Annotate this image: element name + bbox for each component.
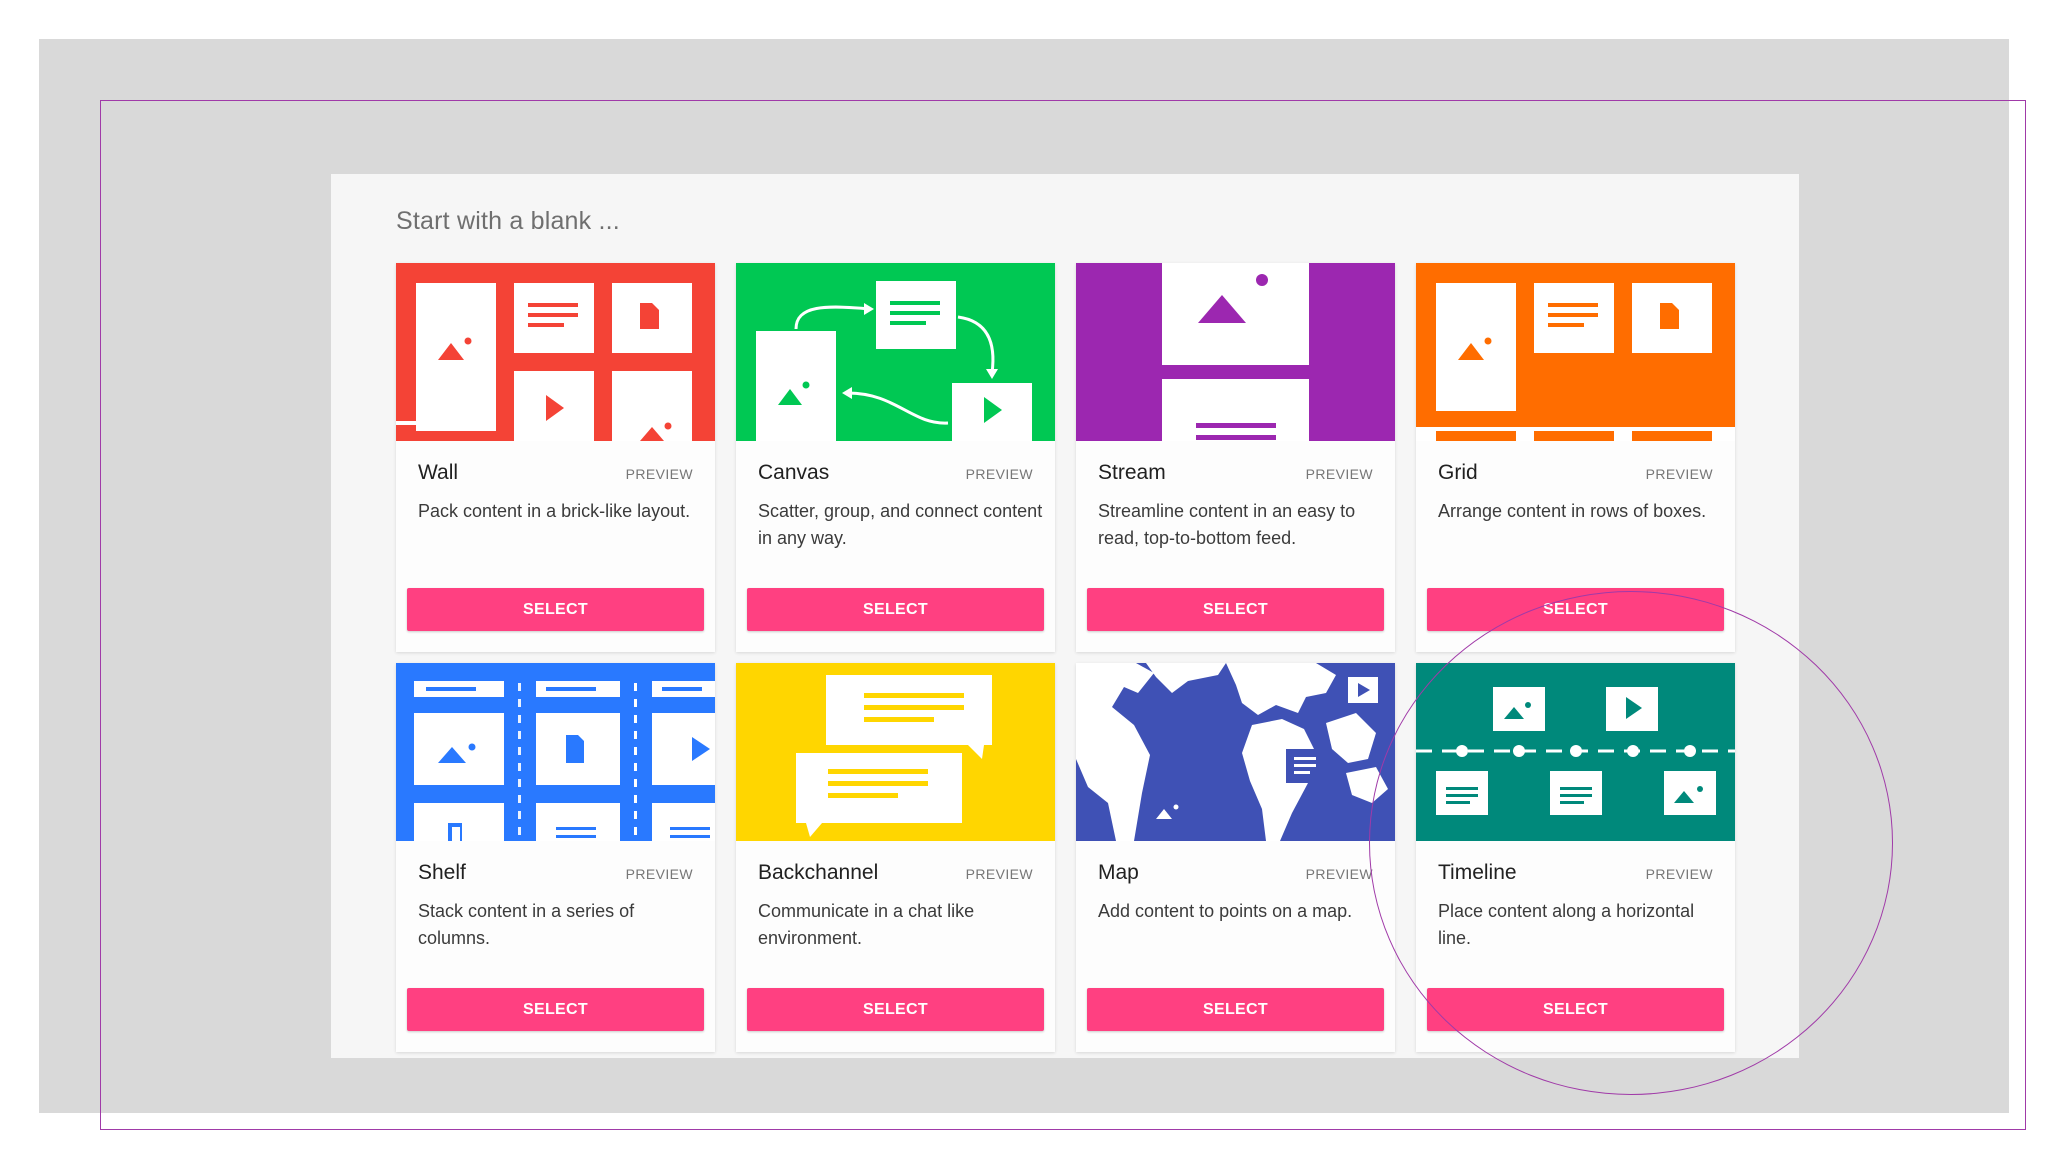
layout-card-map[interactable]: Map PREVIEW Add content to points on a m… — [1076, 663, 1395, 1052]
card-title: Map — [1098, 861, 1139, 884]
stream-layout-illustration — [1076, 263, 1395, 441]
layout-card-stream[interactable]: Stream PREVIEW Streamline content in an … — [1076, 263, 1395, 652]
map-layout-illustration — [1076, 663, 1395, 841]
layout-card-grid[interactable]: Grid PREVIEW Arrange content in rows of … — [1416, 263, 1735, 652]
layout-card-timeline[interactable]: Timeline PREVIEW Place content along a h… — [1416, 663, 1735, 1052]
preview-link[interactable]: PREVIEW — [1306, 866, 1373, 882]
card-description: Streamline content in an easy to read, t… — [1098, 501, 1356, 548]
card-description: Stack content in a series of columns. — [418, 901, 635, 948]
layout-card-canvas[interactable]: Canvas PREVIEW Scatter, group, and conne… — [736, 263, 1055, 652]
card-title: Timeline — [1438, 861, 1517, 884]
select-button[interactable]: SELECT — [407, 588, 704, 631]
card-description: Pack content in a brick-like layout. — [418, 501, 691, 521]
select-button[interactable]: SELECT — [1087, 588, 1384, 631]
shelf-layout-illustration — [396, 663, 715, 841]
layout-card-shelf[interactable]: Shelf PREVIEW Stack content in a series … — [396, 663, 715, 1052]
select-button[interactable]: SELECT — [747, 988, 1044, 1031]
wall-layout-illustration — [396, 263, 715, 441]
panel-heading: Start with a blank ... — [396, 207, 620, 235]
canvas-layout-illustration — [736, 263, 1055, 441]
card-title: Backchannel — [758, 861, 879, 884]
card-description: Add content to points on a map. — [1098, 901, 1353, 921]
card-title: Grid — [1438, 461, 1478, 484]
layout-card-backchannel[interactable]: Backchannel PREVIEW Communicate in a cha… — [736, 663, 1055, 1052]
card-title: Shelf — [418, 861, 466, 884]
grid-layout-illustration — [1416, 263, 1735, 441]
layout-card-wall[interactable]: Wall PREVIEW Pack content in a brick-lik… — [396, 263, 715, 652]
card-description: Scatter, group, and connect content in a… — [758, 501, 1043, 548]
card-title: Wall — [418, 461, 459, 484]
preview-link[interactable]: PREVIEW — [1646, 866, 1713, 882]
preview-link[interactable]: PREVIEW — [626, 866, 693, 882]
screenshot-backdrop: Start with a blank ... Wall PREVIEW Pack… — [39, 39, 2026, 1130]
select-button[interactable]: SELECT — [747, 588, 1044, 631]
preview-link[interactable]: PREVIEW — [966, 466, 1033, 482]
card-title: Stream — [1098, 461, 1166, 484]
backchannel-layout-illustration — [736, 663, 1055, 841]
select-button[interactable]: SELECT — [1427, 988, 1724, 1031]
select-button[interactable]: SELECT — [407, 988, 704, 1031]
select-button[interactable]: SELECT — [1427, 588, 1724, 631]
card-description: Arrange content in rows of boxes. — [1438, 501, 1707, 521]
card-description: Communicate in a chat like environment. — [758, 901, 975, 948]
preview-link[interactable]: PREVIEW — [626, 466, 693, 482]
preview-link[interactable]: PREVIEW — [966, 866, 1033, 882]
layout-picker-panel: Start with a blank ... Wall PREVIEW Pack… — [331, 174, 1799, 1058]
card-description: Place content along a horizontal line. — [1438, 901, 1695, 948]
preview-link[interactable]: PREVIEW — [1646, 466, 1713, 482]
timeline-layout-illustration — [1416, 663, 1735, 841]
select-button[interactable]: SELECT — [1087, 988, 1384, 1031]
card-title: Canvas — [758, 461, 830, 484]
preview-link[interactable]: PREVIEW — [1306, 466, 1373, 482]
